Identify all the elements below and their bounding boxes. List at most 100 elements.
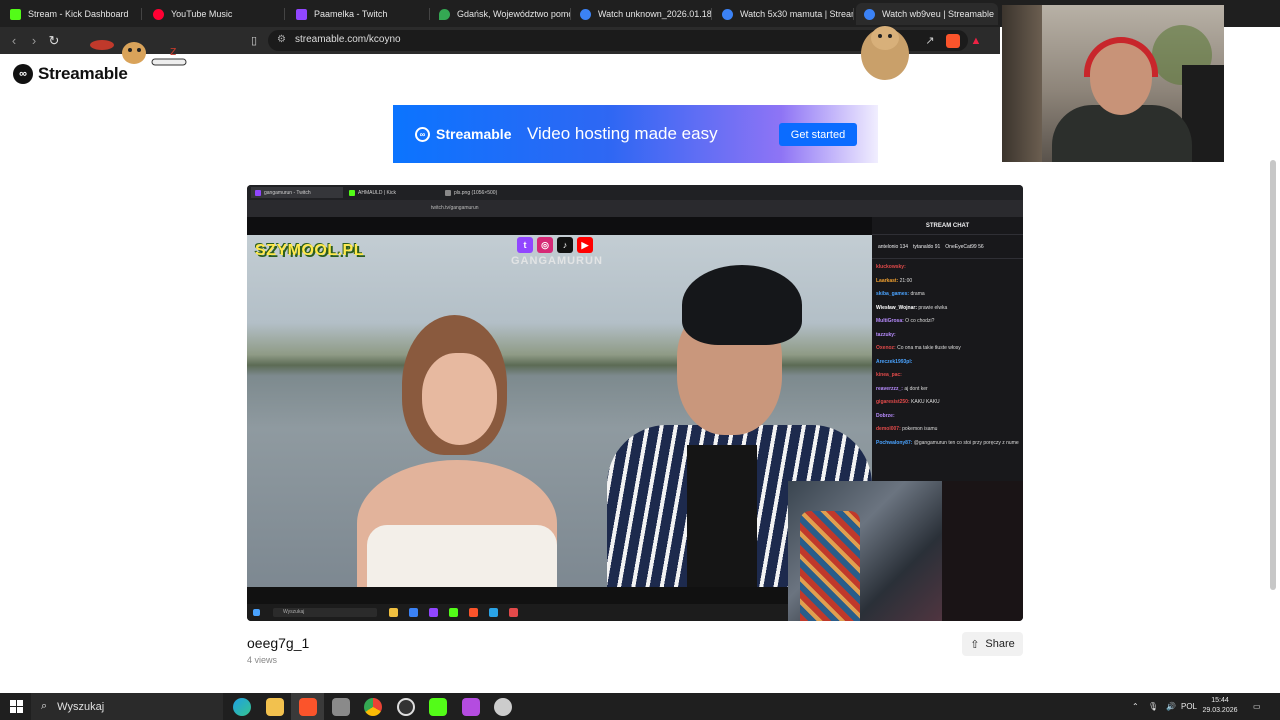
youtube-music-icon	[153, 8, 164, 20]
notifications-icon[interactable]: ▭	[1253, 693, 1261, 720]
chat-text: @gangamurun ten co stoi przy poręczy z n…	[913, 439, 1019, 446]
chat-text: 21:00	[899, 277, 913, 284]
chat-message: gigaresist250: KAKU KAKU	[876, 396, 1019, 410]
image-icon	[445, 189, 451, 196]
windows-start-icon[interactable]	[10, 700, 23, 713]
chat-username: gigaresist250:	[876, 399, 910, 405]
app-icon[interactable]	[462, 698, 480, 716]
browser-tab[interactable]: Stream - Kick Dashboard	[2, 3, 142, 25]
bookmark-icon[interactable]: ▯	[246, 33, 262, 49]
chat-message: kluckowsky:	[876, 261, 1019, 275]
chat-message: Oxenoz: Co ona ma takie tłuste włosy	[876, 342, 1019, 356]
chat-text: O co chodzi?	[905, 318, 935, 324]
browser-tab[interactable]: Watch unknown_2026.01.18-1	[572, 3, 712, 25]
banner-logo: ∞ Streamable	[415, 126, 511, 142]
inner-tab-title: AHMAULD | Kick	[358, 189, 396, 196]
chat-username: skiba_games:	[876, 291, 910, 297]
kick-icon	[10, 8, 21, 20]
kick-icon[interactable]	[429, 698, 447, 716]
share-button[interactable]: ⇧ Share	[962, 632, 1023, 656]
browser-tab[interactable]: Gdańsk, Województwo pomorskie	[431, 3, 571, 25]
forward-icon[interactable]: ›	[26, 33, 42, 49]
video-views: 4 views	[247, 655, 278, 665]
twitch-icon	[296, 8, 307, 20]
microphone-icon[interactable]: 🎙	[1148, 693, 1158, 720]
share-icon: ⇧	[970, 638, 980, 651]
chat-username: kluckowsky:	[876, 264, 906, 270]
search-icon: ⌕	[41, 700, 48, 712]
browser-tab[interactable]: Watch 5x30 mamuta | Streamable	[714, 3, 854, 25]
app-icon[interactable]	[494, 698, 512, 716]
tab-title: Paamelka - Twitch	[314, 9, 388, 19]
get-started-button[interactable]: Get started	[779, 123, 857, 146]
chat-message: kinea_pac:	[876, 369, 1019, 383]
gifter: tytanaldo 91	[913, 243, 941, 250]
chat-message: MultiGrosa: O co chodzi?	[876, 315, 1019, 329]
app-icon	[509, 608, 518, 617]
chrome-icon[interactable]	[364, 698, 382, 716]
taskbar-clock[interactable]: 15:44 29.03.2026	[1200, 696, 1240, 716]
chat-message: Dobrze:	[876, 410, 1019, 424]
tab-title: Watch 5x30 mamuta | Streamable	[740, 9, 854, 19]
chat-username: Wiesław_Wojnar:	[876, 304, 917, 311]
chat-username: Dobrze:	[876, 412, 895, 419]
maps-icon	[439, 8, 450, 20]
notepad-icon[interactable]	[332, 698, 350, 716]
inner-tab-title: pls.png (1056×500)	[454, 189, 498, 196]
chat-text: prawie elwka	[918, 304, 948, 311]
banner-brand: Streamable	[436, 126, 512, 142]
chat-message: Laarkast: 21:00	[876, 275, 1019, 289]
chat-username: Areczek1993pl:	[876, 358, 913, 365]
promo-banner[interactable]: ∞ Streamable Video hosting made easy Get…	[393, 105, 878, 163]
chat-username: tazzuky:	[876, 331, 896, 338]
clock-time: 15:44	[1211, 697, 1229, 704]
share-label: Share	[985, 638, 1015, 650]
chat-text: drama	[910, 291, 925, 297]
chat-messages: kluckowsky: Laarkast: 21:00 skiba_games: …	[872, 259, 1023, 452]
video-stream-header	[247, 217, 872, 235]
browser-tab[interactable]: YouTube Music	[145, 3, 285, 25]
hamster-sticker-icon	[861, 26, 909, 80]
share-page-icon[interactable]: ↗	[922, 33, 938, 49]
chat-message: Pochwalony87: @gangamurun ten co stoi pr…	[876, 437, 1019, 451]
brave-icon	[469, 608, 478, 617]
video-player[interactable]: gangamurun - Twitch AHMAULD | Kick pls.p…	[247, 185, 1023, 621]
stream-video-frame	[247, 235, 872, 587]
chat-username: kinea_pac:	[876, 372, 902, 378]
brave-rewards-icon[interactable]: ▲	[968, 33, 984, 49]
chat-username: Oxenoz:	[876, 345, 896, 351]
streamer-webcam-overlay	[1002, 5, 1224, 162]
page-scrollbar[interactable]	[1270, 160, 1276, 590]
streamable-icon	[580, 8, 591, 20]
channel-overlay-text: GANGAMURUN	[511, 255, 603, 267]
discord-icon	[429, 608, 438, 617]
speaker-icon[interactable]: 🔊	[1166, 693, 1176, 720]
chat-text: pokemon isamu	[902, 426, 938, 432]
obs-icon[interactable]	[397, 698, 415, 716]
taskbar-search[interactable]: ⌕ Wyszukaj	[31, 693, 223, 720]
site-settings-icon[interactable]: ⚙	[277, 34, 286, 45]
reload-icon[interactable]: ↻	[46, 33, 62, 49]
chat-text: Co ona ma takie tłuste włosy	[897, 345, 961, 351]
chat-message: Areczek1993pl:	[876, 356, 1019, 370]
clock-date: 29.03.2026	[1202, 707, 1238, 714]
brave-shields-icon[interactable]	[946, 34, 960, 48]
watermark-text: SZYMOOL.PL	[255, 242, 364, 259]
tab-title: Gdańsk, Województwo pomorskie	[457, 9, 571, 19]
cat-sticker-icon: z	[90, 40, 187, 66]
svg-text:z: z	[170, 44, 176, 58]
language-indicator[interactable]: POL	[1181, 693, 1197, 720]
browser-tab[interactable]: Paamelka - Twitch	[288, 3, 430, 25]
back-icon[interactable]: ‹	[6, 33, 22, 49]
headphones-icon	[1084, 37, 1158, 77]
chat-username: MultiGrosa:	[876, 318, 904, 324]
file-explorer-icon[interactable]	[266, 698, 284, 716]
edge-icon	[409, 608, 418, 617]
chevron-up-icon[interactable]: ⌃	[1132, 693, 1139, 720]
webcam-dark-area	[942, 481, 1023, 621]
streamable-icon	[722, 8, 733, 20]
edge-icon[interactable]	[233, 698, 251, 716]
chat-text: aj dont ker	[904, 385, 928, 392]
streamable-logo-icon: ∞	[415, 126, 430, 142]
brave-icon[interactable]	[299, 698, 317, 716]
